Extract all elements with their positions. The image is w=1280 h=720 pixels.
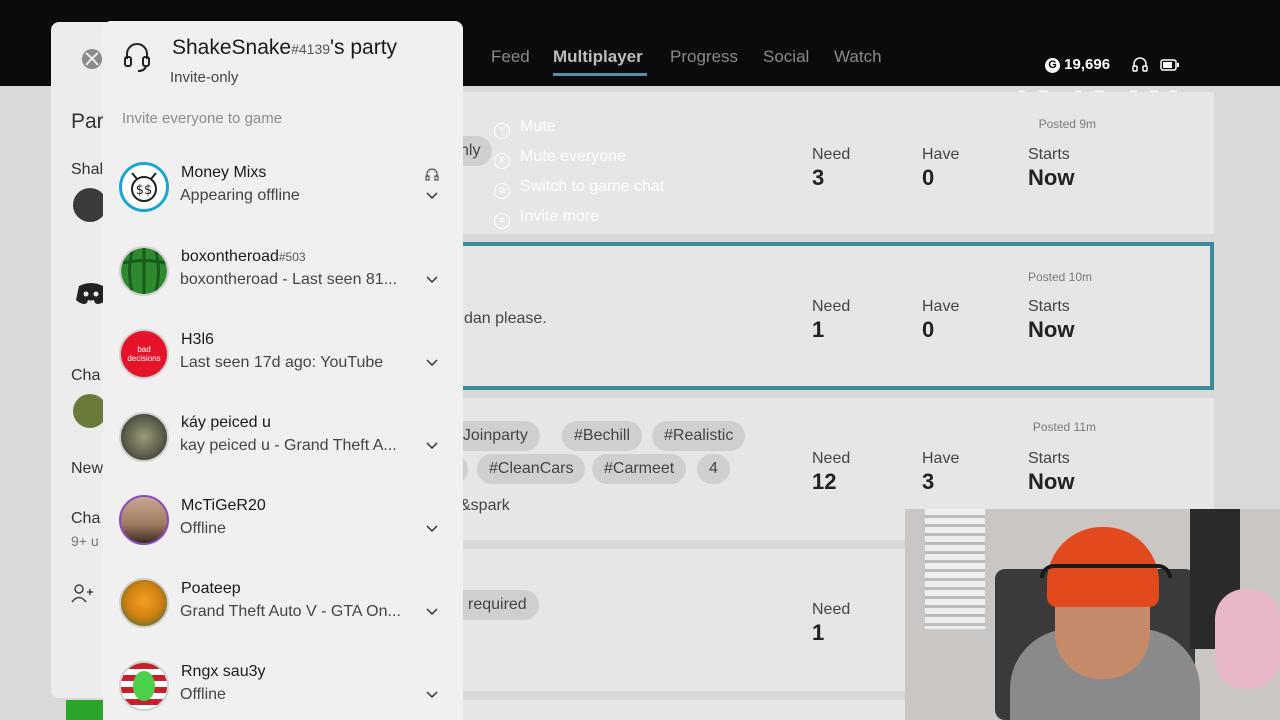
tab-watch[interactable]: Watch: [834, 47, 882, 67]
svg-text:$$: $$: [136, 183, 153, 198]
window-blinds: [925, 509, 985, 629]
member-status: Offline: [180, 686, 226, 703]
starts-stat: Starts Now: [1028, 298, 1075, 342]
avatar: [73, 188, 107, 222]
headset: [1040, 564, 1172, 578]
avatar: $$: [119, 162, 169, 212]
avatar: [73, 394, 107, 428]
avatar: [119, 246, 169, 296]
avatar: [119, 661, 169, 711]
member-status: Last seen 17d ago: YouTube: [180, 354, 384, 371]
have-stat: Have 0: [922, 298, 960, 342]
member-name: McTiGeR20: [181, 497, 266, 514]
member-status: Offline: [180, 520, 226, 537]
party-member[interactable]: boxontheroad#503 boxontheroad - Last see…: [103, 242, 463, 322]
posted-time: Posted 11m: [1032, 420, 1096, 434]
need-stat: Need 1: [812, 298, 851, 342]
lfg-card-focused[interactable]: Posted 10m dan please. Need 1 Have 0 Start…: [432, 242, 1214, 390]
member-name: H3l6: [181, 331, 214, 348]
menu-item-invite-more[interactable]: ≡ Invite more: [494, 208, 599, 229]
member-status: kay peiced u - Grand Theft A...: [180, 437, 397, 454]
have-stat: Have 3: [922, 450, 960, 494]
party-member[interactable]: káy peiced u kay peiced u - Grand Theft …: [103, 408, 463, 488]
avatar: bad decisions: [119, 329, 169, 379]
tag: #Carmeet: [592, 454, 687, 484]
party-privacy: Invite-only: [170, 69, 239, 86]
posted-time: Posted 10m: [1027, 270, 1092, 284]
party-member[interactable]: Rngx sau3y Offline: [103, 657, 463, 720]
chevron-down-icon[interactable]: [426, 442, 438, 450]
battery-icon: [1160, 59, 1179, 71]
have-stat: Have 0: [922, 146, 960, 190]
tab-feed[interactable]: Feed: [491, 47, 530, 67]
tag: #CleanCars: [477, 454, 586, 484]
need-stat: Need 3: [812, 146, 851, 190]
chevron-down-icon[interactable]: [426, 192, 438, 200]
y-button-icon: Y: [494, 123, 510, 139]
tag: #Realistic: [652, 421, 746, 451]
tag: 4: [697, 454, 730, 484]
tag: #Bechill: [562, 421, 643, 451]
party-title: ShakeSnake#4139's party: [172, 36, 398, 59]
party-member[interactable]: McTiGeR20 Offline: [103, 491, 463, 571]
active-tab-indicator: [553, 73, 647, 76]
avatar: [119, 412, 169, 462]
member-name: Money Mixs: [181, 164, 267, 181]
member-name: káy peiced u: [181, 414, 271, 431]
guide-party-label: Shal: [71, 161, 104, 178]
member-name: boxontheroad#503: [181, 248, 306, 265]
menu-item-switch-game-chat[interactable]: ⧉ Switch to game chat: [494, 178, 664, 199]
post-description: &spark: [460, 497, 510, 514]
posted-time: Posted 9m: [1038, 117, 1096, 131]
guide-chat-label: Cha: [71, 367, 101, 384]
headset-icon: [124, 43, 150, 72]
headset-icon: [425, 168, 439, 181]
chevron-down-icon[interactable]: [426, 691, 438, 699]
green-accent: [66, 700, 104, 720]
need-stat: Need 12: [812, 450, 851, 494]
menu-button-icon: ≡: [494, 213, 510, 229]
member-name: Poateep: [181, 580, 241, 597]
invite-everyone-button[interactable]: Invite everyone to game: [122, 110, 282, 127]
pink-chair: [1215, 589, 1280, 689]
guide-header: Par: [71, 110, 104, 133]
menu-item-mute[interactable]: Y Mute: [494, 118, 556, 139]
member-status: boxontheroad - Last seen 81...: [180, 271, 398, 288]
avatar: [119, 495, 169, 545]
guide-chat-count: 9+ u: [71, 533, 99, 549]
chevron-down-icon[interactable]: [426, 359, 438, 367]
guide-chat-label[interactable]: Cha: [71, 510, 100, 528]
view-button-icon: ⧉: [494, 183, 510, 199]
chevron-down-icon[interactable]: [426, 608, 438, 616]
party-member[interactable]: bad decisions H3l6 Last seen 17d ago: Yo…: [103, 325, 463, 405]
post-description: dan please.: [464, 310, 547, 327]
guide-new-label[interactable]: New: [71, 460, 103, 478]
starts-stat: Starts Now: [1028, 146, 1075, 190]
x-button-icon: X: [494, 153, 510, 169]
party-panel: ShakeSnake#4139's party Invite-only Invi…: [103, 21, 463, 720]
menu-item-mute-everyone[interactable]: X Mute everyone: [494, 148, 626, 169]
party-member[interactable]: Poateep Grand Theft Auto V - GTA On...: [103, 574, 463, 654]
xbox-logo-icon: [82, 49, 102, 69]
chevron-down-icon[interactable]: [426, 525, 438, 533]
chevron-down-icon[interactable]: [426, 276, 438, 284]
headset-icon: [1132, 57, 1148, 72]
gamerscore-icon: G: [1045, 58, 1060, 73]
webcam-overlay: [905, 509, 1280, 720]
need-stat: Need 1: [812, 601, 851, 645]
member-status: Appearing offline: [180, 187, 300, 204]
avatar-logo-text: bad decisions: [127, 345, 161, 363]
tab-progress[interactable]: Progress: [670, 47, 738, 67]
gamerscore-value: 19,696: [1064, 56, 1111, 73]
member-status: Grand Theft Auto V - GTA On...: [180, 603, 401, 620]
starts-stat: Starts Now: [1028, 450, 1075, 494]
member-name: Rngx sau3y: [181, 663, 266, 680]
tab-social[interactable]: Social: [763, 47, 809, 67]
tab-multiplayer[interactable]: Multiplayer: [553, 47, 643, 67]
status-area: G 19,696: [1045, 56, 1265, 78]
avatar: [119, 578, 169, 628]
person-add-icon: [71, 584, 93, 603]
party-member[interactable]: $$ Money Mixs Appearing offline: [103, 158, 463, 238]
